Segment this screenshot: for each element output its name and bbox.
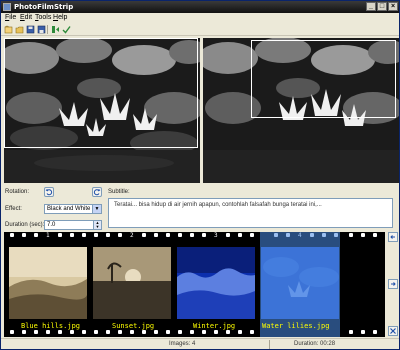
frame-number: 1 — [46, 232, 50, 239]
filename-label: Water lilies.jpg — [262, 322, 330, 330]
filename-label: Sunset.jpg — [112, 322, 155, 330]
frame-number: 2 — [130, 232, 134, 239]
subtitle-label: Subtitle: — [108, 189, 130, 195]
end-crop-rectangle[interactable] — [251, 40, 396, 118]
end-preview-panel[interactable] — [203, 38, 399, 183]
spin-arrows-icon[interactable]: ▲ ▼ — [93, 221, 101, 229]
import-pictures-icon[interactable] — [51, 25, 60, 34]
filename-label: Winter.jpg — [193, 322, 236, 330]
total-duration: Duration: 00:28 — [294, 341, 336, 347]
rotate-left-icon — [45, 189, 53, 196]
status-bar: Images: 4 Duration: 00:28 — [1, 338, 399, 349]
filename-label: Blue hills.jpg — [21, 322, 81, 330]
start-crop-rectangle[interactable] — [4, 38, 198, 148]
render-check-icon[interactable] — [62, 25, 71, 34]
rotate-right-icon — [93, 189, 101, 196]
open-folder-icon[interactable] — [15, 25, 24, 34]
image-count: Images: 4 — [169, 341, 196, 347]
move-right-button[interactable] — [388, 279, 398, 289]
menu-tools[interactable]: Tools — [35, 14, 51, 21]
sunset-thumbnail — [93, 247, 171, 319]
blue-hills-thumbnail — [9, 247, 87, 319]
effect-value: Black and White — [47, 206, 91, 212]
window-title: PhotoFilmStrip — [14, 3, 74, 11]
filmstrip-frame-blue-hills[interactable] — [9, 247, 87, 319]
effect-select[interactable]: Black and White ▼ — [44, 204, 102, 214]
save-icon[interactable] — [26, 25, 35, 34]
filmstrip-frame-winter[interactable] — [177, 247, 255, 319]
arrow-right-icon — [391, 282, 396, 286]
status-divider — [269, 340, 270, 349]
remove-x-icon — [390, 328, 396, 334]
start-preview-panel[interactable] — [4, 38, 200, 183]
duration-value: 7.0 — [47, 222, 56, 228]
effect-label: Effect: — [5, 206, 22, 212]
menu-bar: File Edit Tools Help — [1, 13, 399, 23]
rotate-left-button[interactable] — [44, 187, 54, 197]
toolbar — [1, 23, 399, 36]
chevron-down-icon[interactable]: ▼ — [92, 205, 101, 213]
rotation-label: Rotation: — [5, 189, 30, 195]
app-icon — [3, 3, 11, 11]
app-window: PhotoFilmStrip _ □ × File Edit Tools Hel… — [0, 0, 400, 350]
minimize-button[interactable]: _ — [366, 2, 376, 11]
save-as-icon[interactable] — [37, 25, 46, 34]
subtitle-textarea[interactable]: Teratai... bisa hidup di air jernih apap… — [108, 198, 393, 228]
menu-edit[interactable]: Edit — [20, 14, 32, 21]
frame-number: 3 — [214, 232, 218, 239]
film-strip[interactable]: 1 2 3 4 Blue hills.jpg Sunset.jpg — [4, 232, 385, 337]
winter-thumbnail — [177, 247, 255, 319]
subtitle-text: Teratai... bisa hidup di air jernih apap… — [114, 202, 322, 208]
maximize-button[interactable]: □ — [377, 2, 387, 11]
arrow-left-icon — [390, 235, 395, 239]
toolbar-separator — [47, 25, 48, 34]
rotate-right-button[interactable] — [92, 187, 102, 197]
move-left-button[interactable] — [388, 232, 398, 242]
menu-help[interactable]: Help — [53, 14, 67, 21]
remove-image-button[interactable] — [388, 326, 398, 336]
menu-file[interactable]: File — [5, 14, 16, 21]
duration-label: Duration (sec): — [5, 222, 45, 228]
close-button[interactable]: × — [388, 2, 398, 11]
duration-spinner[interactable]: 7.0 ▲ ▼ — [44, 220, 102, 230]
title-bar[interactable]: PhotoFilmStrip _ □ × — [1, 1, 399, 13]
filmstrip-frame-sunset[interactable] — [93, 247, 171, 319]
new-project-icon[interactable] — [4, 25, 13, 34]
